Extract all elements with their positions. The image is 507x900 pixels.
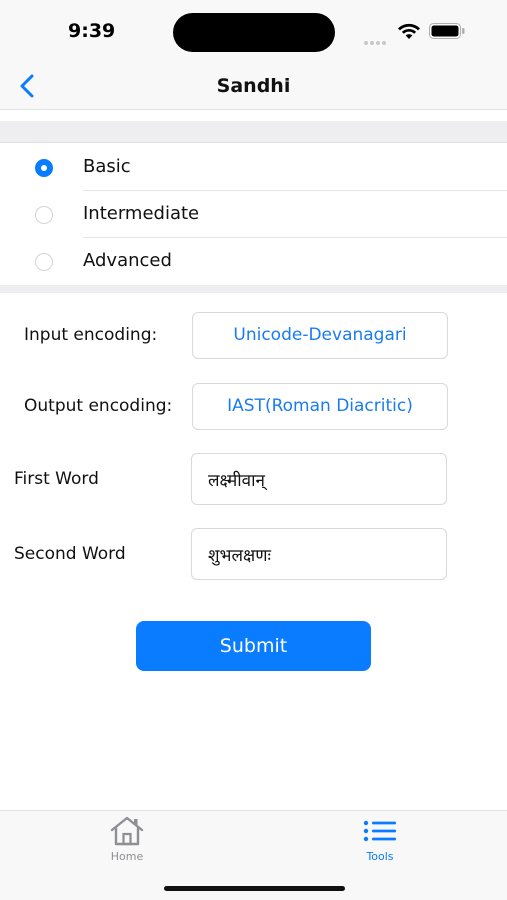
radio-button[interactable]: [35, 253, 53, 271]
section-spacer: [0, 121, 507, 143]
first-word-label: First Word: [14, 469, 99, 489]
battery-icon: [429, 23, 465, 39]
input-encoding-button[interactable]: Unicode-Devanagari: [192, 312, 448, 359]
status-bar: 9:39: [0, 0, 507, 62]
second-word-input[interactable]: [191, 528, 447, 580]
cellular-signal-icon: [364, 30, 392, 45]
output-encoding-button[interactable]: IAST(Roman Diacritic): [192, 383, 448, 430]
input-encoding-label: Input encoding:: [24, 325, 158, 345]
status-time: 9:39: [68, 20, 116, 42]
tab-label: Home: [110, 850, 144, 863]
radio-option-intermediate[interactable]: Intermediate: [0, 191, 507, 238]
tab-label: Tools: [366, 850, 394, 863]
second-word-label: Second Word: [14, 544, 126, 564]
radio-label: Intermediate: [83, 203, 200, 224]
radio-option-basic[interactable]: Basic: [0, 144, 507, 191]
radio-button[interactable]: [35, 206, 53, 224]
submit-button[interactable]: Submit: [136, 621, 371, 671]
radio-label: Basic: [83, 156, 131, 177]
level-radio-group: Basic Intermediate Advanced: [0, 144, 507, 285]
section-spacer: [0, 285, 507, 293]
home-indicator: [164, 886, 345, 891]
dynamic-island: [173, 13, 335, 52]
navigation-bar: Sandhi: [0, 62, 507, 110]
radio-button[interactable]: [35, 159, 53, 177]
page-title: Sandhi: [216, 75, 291, 97]
radio-label: Advanced: [83, 250, 172, 271]
radio-option-advanced[interactable]: Advanced: [0, 238, 507, 285]
list-icon: [363, 820, 396, 842]
tab-home[interactable]: Home: [87, 815, 167, 871]
tab-tools[interactable]: Tools: [340, 815, 420, 871]
first-word-input[interactable]: [191, 453, 447, 505]
home-icon: [110, 816, 144, 846]
output-encoding-label: Output encoding:: [24, 396, 173, 416]
wifi-icon: [398, 23, 420, 39]
